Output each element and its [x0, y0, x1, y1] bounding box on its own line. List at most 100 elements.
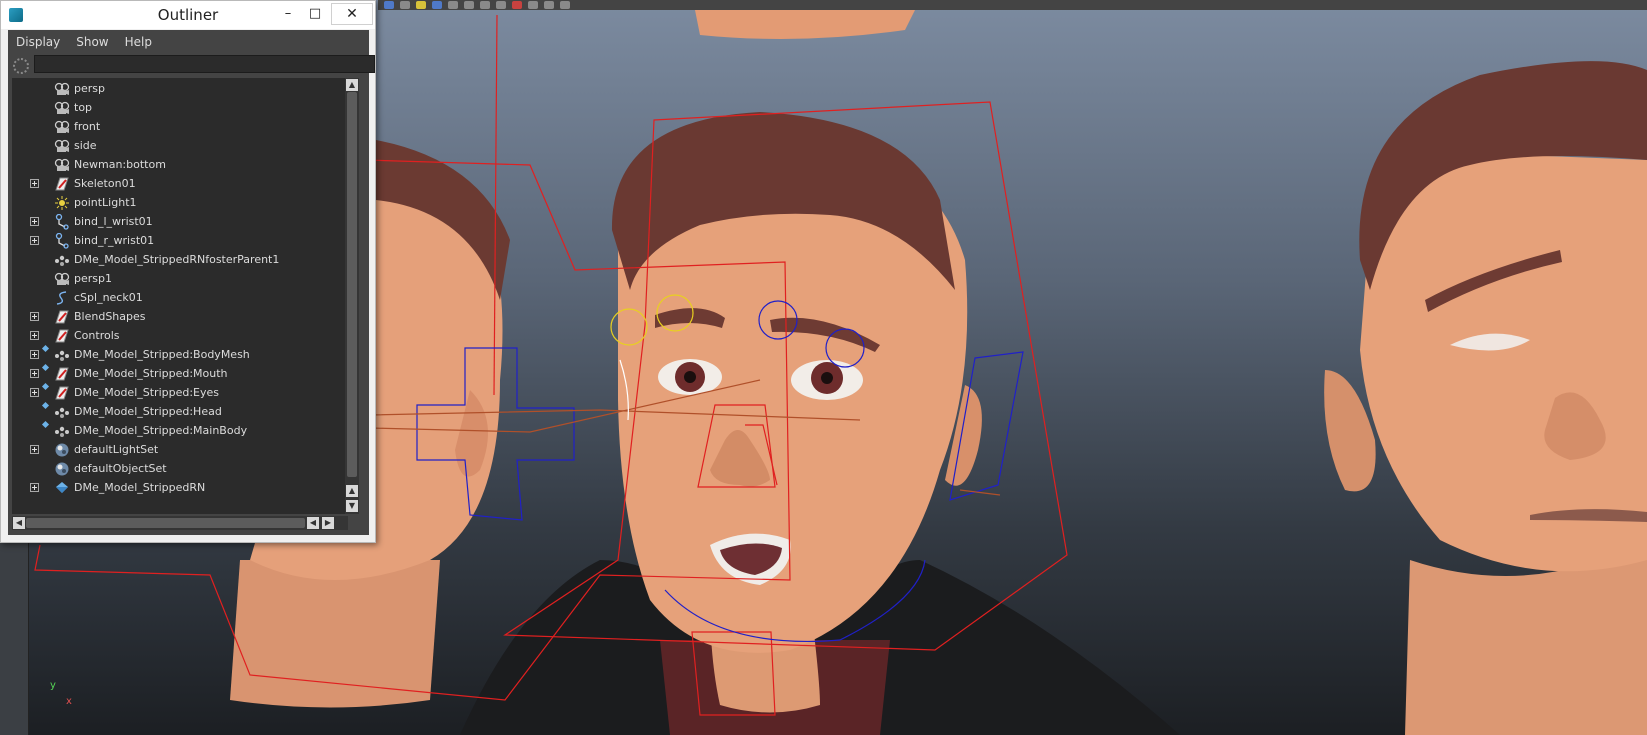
reference-diamond-icon [41, 401, 50, 410]
outliner-item-label: defaultLightSet [74, 443, 159, 456]
outliner-item-dme-model-stripped-mouth[interactable]: DMe_Model_Stripped:Mouth [12, 363, 348, 384]
outliner-item-dme-model-stripped-head[interactable]: DMe_Model_Stripped:Head [12, 401, 348, 422]
scroll-down-arrow[interactable]: ▼ [346, 500, 358, 512]
mesh-group-icon [54, 423, 70, 439]
axis-y-label: y [50, 680, 56, 691]
transform-node-icon [54, 309, 70, 325]
expand-plus-icon[interactable] [30, 369, 39, 378]
scroll-left-arrow[interactable]: ◀ [13, 517, 25, 529]
transform-node-icon [54, 328, 70, 344]
outliner-item-dme-model-strippedrnfosterparent1[interactable]: DMe_Model_StrippedRNfosterParent1 [12, 250, 348, 270]
maximize-button[interactable]: □ [304, 3, 326, 23]
minimize-button[interactable]: – [278, 3, 298, 23]
horizontal-scrollbar[interactable]: ◀ ◀ ▶ [12, 516, 348, 530]
grid-icon[interactable] [448, 1, 458, 9]
outliner-item-newman-bottom[interactable]: Newman:bottom [12, 155, 348, 175]
outliner-item-label: top [74, 101, 93, 114]
outliner-item-label: DMe_Model_Stripped:Head [74, 405, 222, 418]
hscroll-thumb[interactable] [26, 518, 305, 528]
outliner-item-label: DMe_Model_StrippedRN [74, 481, 206, 494]
vertical-scrollbar[interactable]: ▲ ▲ ▼ [345, 78, 359, 514]
outliner-item-label: pointLight1 [74, 196, 137, 209]
outliner-item-defaultobjectset[interactable]: defaultObjectSet [12, 459, 348, 479]
mesh-group-icon [54, 404, 70, 420]
expand-plus-icon[interactable] [30, 483, 39, 492]
outliner-item-top[interactable]: top [12, 98, 348, 118]
outliner-item-dme-model-strippedrn[interactable]: DMe_Model_StrippedRN [12, 478, 348, 498]
bookmark-icon[interactable] [400, 1, 410, 9]
outliner-menubar: Display Show Help [8, 30, 369, 54]
reference-diamond-icon [41, 344, 50, 353]
mesh-group-icon [54, 347, 70, 363]
scroll-right-arrow[interactable]: ▶ [322, 517, 334, 529]
menu-display[interactable]: Display [8, 30, 68, 54]
wireframe-icon[interactable] [464, 1, 474, 9]
transform-node-icon [54, 176, 70, 192]
outliner-item-label: Controls [74, 329, 120, 342]
outliner-item-side[interactable]: side [12, 136, 348, 156]
scroll-up-arrow-lower[interactable]: ▲ [346, 485, 358, 497]
close-button[interactable]: ✕ [331, 3, 373, 25]
outliner-item-label: bind_r_wrist01 [74, 234, 155, 247]
outliner-item-bind-r-wrist01[interactable]: bind_r_wrist01 [12, 231, 348, 251]
outliner-item-label: DMe_Model_Stripped:Eyes [74, 386, 220, 399]
expand-plus-icon[interactable] [30, 445, 39, 454]
expand-plus-icon[interactable] [30, 331, 39, 340]
axis-x-label: x [66, 696, 72, 707]
gate-mask-icon[interactable] [560, 1, 570, 9]
joint-icon [54, 232, 70, 249]
smooth-shade-icon[interactable] [480, 1, 490, 9]
outliner-item-label: DMe_Model_Stripped:MainBody [74, 424, 248, 437]
joint-icon [54, 213, 70, 230]
curve-icon [54, 290, 70, 306]
resolution-gate-icon[interactable] [544, 1, 554, 9]
xray-icon[interactable] [528, 1, 538, 9]
outliner-body: Display Show Help persp top front side Newma… [8, 30, 375, 535]
scroll-up-arrow[interactable]: ▲ [346, 79, 358, 91]
camera-icon [54, 157, 70, 173]
viewport-toolbar [378, 0, 1647, 10]
viewport-left-strip [0, 540, 29, 735]
shading-icon[interactable] [432, 1, 442, 9]
filter-icon[interactable] [13, 58, 29, 74]
expand-plus-icon[interactable] [30, 312, 39, 321]
light-icon[interactable] [416, 1, 426, 9]
outliner-item-label: DMe_Model_Stripped:Mouth [74, 367, 228, 380]
outliner-item-label: defaultObjectSet [74, 462, 167, 475]
outliner-tree[interactable]: persp top front side Newman:bottom Skeleton01… [12, 78, 348, 514]
outliner-item-persp1[interactable]: persp1 [12, 269, 348, 289]
expand-plus-icon[interactable] [30, 388, 39, 397]
expand-plus-icon[interactable] [30, 217, 39, 226]
camera-icon [54, 81, 70, 97]
menu-show[interactable]: Show [68, 30, 116, 54]
outliner-titlebar[interactable]: Outliner – □ ✕ [1, 1, 375, 29]
texture-icon[interactable] [496, 1, 506, 9]
outliner-item-cspl-neck01[interactable]: cSpl_neck01 [12, 288, 348, 308]
outliner-item-defaultlightset[interactable]: defaultLightSet [12, 440, 348, 460]
search-input[interactable] [34, 55, 375, 73]
expand-plus-icon[interactable] [30, 350, 39, 359]
outliner-item-persp[interactable]: persp [12, 79, 348, 99]
expand-plus-icon[interactable] [30, 179, 39, 188]
transform-node-icon [54, 366, 70, 382]
outliner-item-front[interactable]: front [12, 117, 348, 137]
camera-icon [54, 138, 70, 154]
mesh-group-icon [54, 252, 70, 268]
outliner-item-controls[interactable]: Controls [12, 326, 348, 346]
outliner-item-blendshapes[interactable]: BlendShapes [12, 307, 348, 327]
camera-attributes-icon[interactable] [384, 1, 394, 9]
outliner-item-label: DMe_Model_Stripped:BodyMesh [74, 348, 250, 361]
scroll-thumb[interactable] [347, 92, 357, 477]
scroll-left-arrow-lower[interactable]: ◀ [307, 517, 319, 529]
isolate-select-icon[interactable] [512, 1, 522, 9]
outliner-item-skeleton01[interactable]: Skeleton01 [12, 174, 348, 194]
expand-plus-icon[interactable] [30, 236, 39, 245]
outliner-item-dme-model-stripped-bodymesh[interactable]: DMe_Model_Stripped:BodyMesh [12, 344, 348, 365]
outliner-item-bind-l-wrist01[interactable]: bind_l_wrist01 [12, 212, 348, 232]
outliner-item-pointlight1[interactable]: pointLight1 [12, 193, 348, 213]
set-icon [54, 442, 70, 458]
point-light-icon [54, 195, 70, 211]
outliner-item-dme-model-stripped-mainbody[interactable]: DMe_Model_Stripped:MainBody [12, 420, 348, 441]
menu-help[interactable]: Help [117, 30, 160, 54]
outliner-item-dme-model-stripped-eyes[interactable]: DMe_Model_Stripped:Eyes [12, 382, 348, 403]
